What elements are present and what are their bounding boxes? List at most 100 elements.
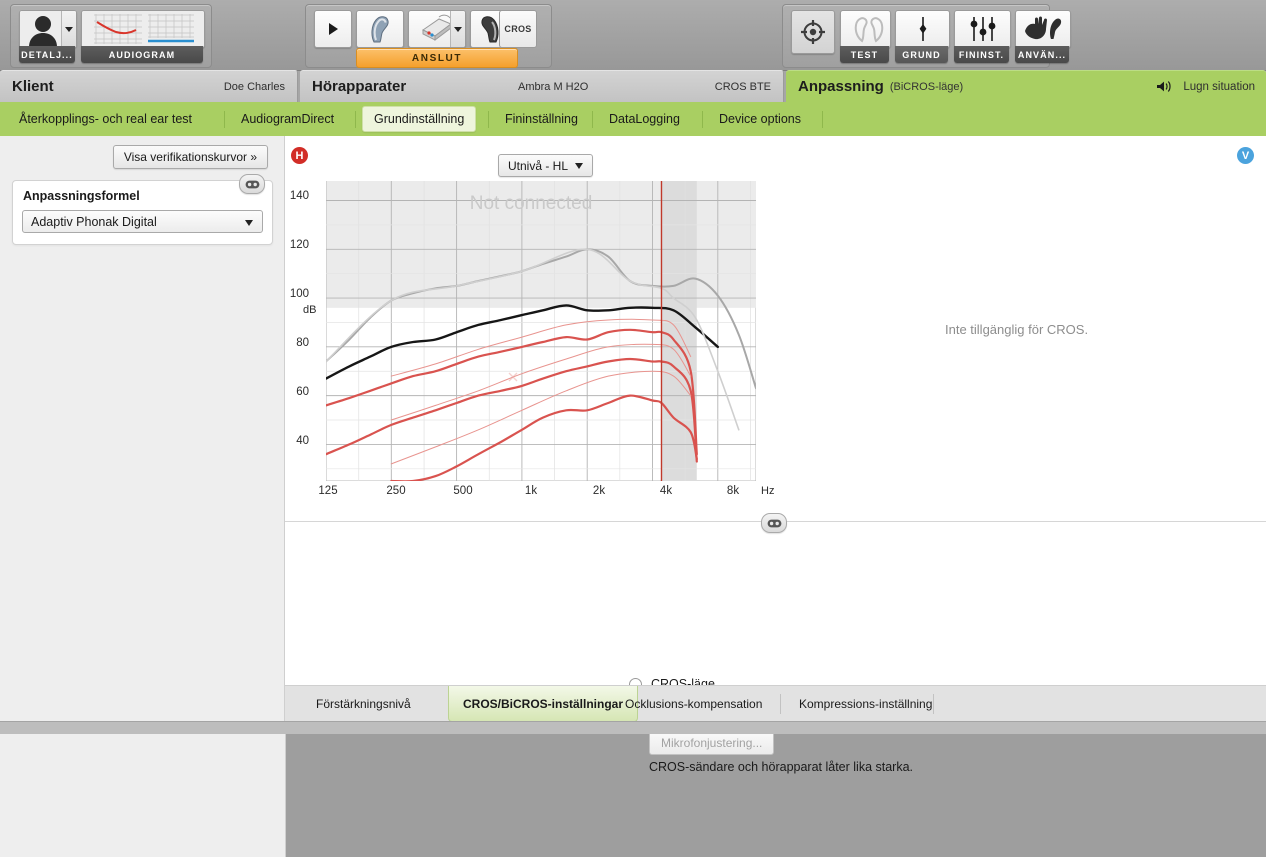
left-sidebar-filler (0, 721, 286, 857)
nav-separator (592, 111, 593, 128)
device-left-name: Ambra M H2O (518, 80, 589, 93)
x-tick-125: 125 (318, 485, 338, 497)
tab-audiogram-direct[interactable]: AudiogramDirect (230, 106, 345, 132)
situation-label: Lugn situation (1183, 80, 1255, 93)
x-tick-500: 500 (453, 485, 473, 497)
toolbar-group-client: DETALJ... AUDIOGRAM (10, 4, 212, 68)
not-connected-watermark: Not connected (470, 193, 593, 214)
play-icon (329, 23, 338, 35)
y-tick-80: 80 (296, 337, 309, 349)
x-tick-250: 250 (386, 485, 406, 497)
cros-button[interactable]: CROS (499, 10, 537, 48)
client-details-button[interactable] (19, 10, 77, 48)
fine-tuning-button[interactable] (954, 10, 1011, 48)
client-header[interactable]: Klient Doe Charles (0, 70, 298, 102)
fitting-formula-card: Anpassningsformel Adaptiv Phonak Digital (12, 180, 273, 245)
y-tick-140: 140 (289, 190, 309, 202)
client-header-title: Klient (12, 78, 54, 95)
fitting-header[interactable]: Anpassning (BiCROS-läge) Lugn situation (786, 70, 1266, 102)
fitting-formula-title: Anpassningsformel (23, 189, 140, 203)
y-tick-40: 40 (296, 435, 309, 447)
nav-separator (702, 111, 703, 128)
programmer-button[interactable] (408, 10, 466, 48)
bottom-tab-compression[interactable]: Kompressions-inställning (785, 686, 946, 722)
audiogram-label: AUDIOGRAM (81, 46, 203, 63)
toolbar-group-workflow: TEST GRUND FININST. ANVÄN... (782, 4, 1071, 68)
play-button[interactable] (314, 10, 352, 48)
bottom-tab-separator (780, 694, 781, 714)
audiogram-button[interactable] (81, 10, 205, 48)
client-name: Doe Charles (223, 80, 285, 93)
user-label: ANVÄN... (1015, 46, 1069, 63)
bottom-tab-occlusion[interactable]: Ocklusions-kompensation (611, 686, 776, 722)
x-tick-1k: 1k (524, 485, 538, 497)
test-button[interactable] (840, 10, 891, 48)
y-axis-label: dB (303, 304, 317, 316)
bottom-tab-cros-bicros[interactable]: CROS/BiCROS-inställningar (448, 686, 639, 722)
sliders-triple-icon (970, 17, 995, 41)
basic-settings-label: GRUND (895, 46, 948, 63)
fitting-formula-select[interactable]: Adaptiv Phonak Digital (22, 210, 263, 233)
panel-link-button[interactable] (761, 513, 787, 533)
y-tick-120: 120 (289, 239, 309, 251)
tab-device-options[interactable]: Device options (708, 106, 812, 132)
chevron-down-icon (65, 26, 73, 32)
client-details-dropdown[interactable] (61, 11, 76, 47)
hearing-aid-icon (371, 16, 389, 43)
window-bottom-bar (0, 721, 1266, 734)
x-axis-label: Hz (761, 485, 775, 497)
audiogram-icon (82, 11, 204, 47)
fitting-formula-value: Adaptiv Phonak Digital (31, 214, 157, 229)
x-tick-8k: 8k (726, 485, 740, 497)
nav-separator (224, 111, 225, 128)
chevron-down-icon (454, 26, 462, 32)
not-available-message: Inte tillgänglig för CROS. (945, 322, 1089, 337)
header-row: Klient Doe Charles Hörapparater Ambra M … (0, 70, 1266, 102)
nav-separator (355, 111, 356, 128)
y-tick-100: 100 (289, 288, 309, 300)
tab-basic-settings[interactable]: Grundinställning (362, 106, 477, 132)
fitting-header-subtitle: (BiCROS-läge) (889, 80, 964, 93)
device-right-name: CROS BTE (714, 80, 771, 93)
x-tick-2k: 2k (592, 485, 606, 497)
page-body: Visa verifikationskurvor » Anpassningsfo… (0, 136, 1266, 857)
output-curves-plot[interactable]: Not connected (326, 181, 756, 481)
basic-settings-button[interactable] (895, 10, 950, 48)
link-icon (245, 180, 259, 188)
fitting-header-title: Anpassning (798, 78, 884, 95)
chevron-down-icon (575, 162, 584, 169)
cros-help-text: CROS-sändare och hörapparat låter lika s… (649, 760, 914, 774)
level-select-value: Utnivå - HL (508, 158, 569, 173)
connect-button[interactable]: ANSLUT (356, 48, 518, 68)
hand-aid-icon (1025, 16, 1062, 40)
tab-feedback-real-ear[interactable]: Återkopplings- och real ear test (8, 106, 203, 132)
user-button[interactable] (1015, 10, 1071, 48)
application-window: DETALJ... AUDIOGRAM ANSLUT CROS TEST GRU… (0, 0, 1266, 857)
client-details-label: DETALJ... (19, 46, 75, 63)
devices-header-title: Hörapparater (312, 78, 407, 95)
main-toolbar: DETALJ... AUDIOGRAM ANSLUT CROS TEST GRU… (0, 0, 1266, 71)
bottom-tab-gain-level[interactable]: Förstärkningsnivå (302, 686, 425, 722)
hearing-aid-button[interactable] (356, 10, 404, 48)
nav-separator (488, 111, 489, 128)
microphone-adjustment-button[interactable]: Mikrofonjustering... (649, 731, 775, 755)
target-button[interactable] (791, 10, 835, 54)
link-icon (767, 519, 781, 527)
sidebar-link-button[interactable] (239, 174, 265, 194)
left-sidebar: Visa verifikationskurvor » Anpassningsfo… (0, 136, 285, 721)
show-verification-curves-button[interactable]: Visa verifikationskurvor » (112, 145, 268, 169)
badge-right-ear[interactable]: V (1237, 147, 1254, 164)
tab-datalogging[interactable]: DataLogging (598, 106, 691, 132)
speaker-icon (1156, 80, 1171, 98)
devices-header[interactable]: Hörapparater Ambra M H2O CROS BTE (300, 70, 784, 102)
bottom-tab-bar: Förstärkningsnivå CROS/BiCROS-inställnin… (285, 685, 1266, 722)
nav-separator (822, 111, 823, 128)
test-label: TEST (840, 46, 889, 63)
tab-fine-tuning[interactable]: Fininställning (494, 106, 589, 132)
badge-left-ear[interactable]: H (291, 147, 308, 164)
nav-tab-bar: Återkopplings- och real ear test Audiogr… (0, 102, 1266, 136)
programmer-dropdown[interactable] (450, 11, 465, 47)
x-tick-4k: 4k (659, 485, 673, 497)
level-select[interactable]: Utnivå - HL (498, 154, 594, 177)
output-chart-panel: H V Utnivå - HL dB Hz 140 120 100 80 60 … (285, 136, 1266, 522)
